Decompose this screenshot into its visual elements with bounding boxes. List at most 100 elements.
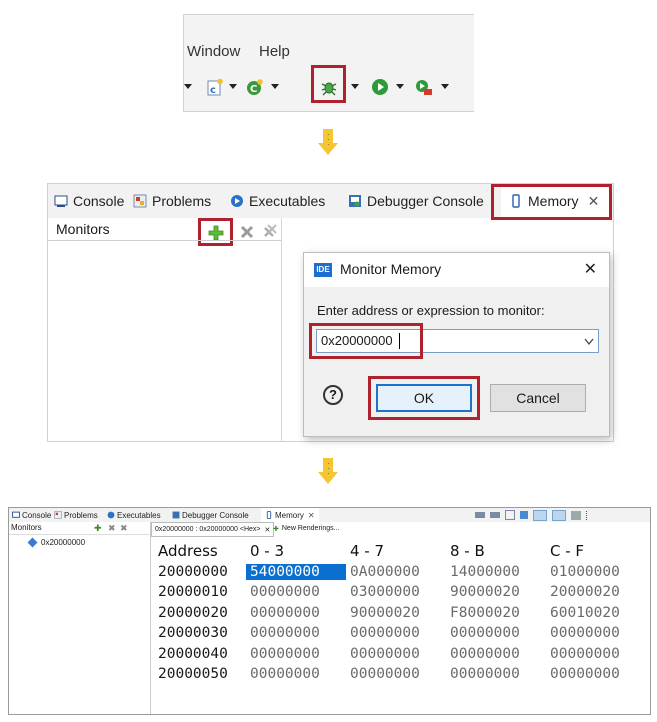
tab-executables[interactable]: Executables [107,508,161,522]
memory-cell[interactable]: 00000000 [246,625,346,641]
tab-problems[interactable]: Problems [133,184,211,218]
memory-cell[interactable]: 03000000 [346,584,446,600]
memory-cell[interactable]: 00000000 [446,625,546,641]
svg-text:c: c [210,85,216,96]
toolbar-icon[interactable] [505,510,515,520]
monitor-memory-dialog: IDE Monitor Memory ✕ Enter address or ex… [303,252,610,437]
problems-icon [54,511,62,519]
debugger-console-icon [349,195,361,207]
chevron-down-icon[interactable] [396,84,404,89]
refresh-run-icon[interactable]: C [246,78,264,96]
ok-button-highlight [368,376,480,420]
tab-problems[interactable]: Problems [54,508,98,522]
memory-cell[interactable]: 00000000 [346,666,446,682]
toolbar-icon[interactable] [520,511,528,519]
column-header: Address [158,542,218,561]
chevron-down-icon[interactable] [441,84,449,89]
chevron-down-icon[interactable] [351,84,359,89]
menu-window[interactable]: Window [187,43,240,60]
toolbar-icon[interactable] [475,512,485,518]
cancel-button[interactable]: Cancel [490,384,586,412]
memory-cell[interactable]: 00000000 [546,646,646,662]
memory-cell[interactable]: 90000020 [346,605,446,621]
memory-cell[interactable]: 00000000 [246,666,346,682]
memory-cell[interactable]: F8000020 [446,605,546,621]
chevron-down-icon[interactable] [271,84,279,89]
new-c-file-icon[interactable]: c [206,78,224,96]
console-icon [54,195,68,207]
tab-debugger-console[interactable]: Debugger Console [348,184,484,218]
memory-cell[interactable]: 00000000 [346,625,446,641]
memory-cell[interactable]: 00000000 [446,646,546,662]
memory-cell[interactable]: 00000000 [246,646,346,662]
view-toolbar [475,509,647,521]
view-menu-icon[interactable] [586,510,591,520]
tab-executables[interactable]: Executables [230,184,325,218]
toolbar-icon[interactable] [490,512,500,518]
run-icon[interactable] [371,78,389,96]
memory-icon [266,511,272,519]
memory-cell[interactable]: 54000000 [246,563,346,580]
memory-cell[interactable]: 14000000 [446,564,546,580]
toolbar-icon[interactable] [552,509,566,521]
close-icon[interactable]: ✕ [264,526,270,534]
tab-memory[interactable]: Memory ✕ [261,508,319,522]
toolbar-icon[interactable] [533,509,547,521]
executables-icon [231,195,243,207]
memory-cell[interactable]: 0A000000 [346,564,446,580]
remove-monitor-icon[interactable]: ✖ [108,523,116,534]
dialog-close-icon[interactable]: ✕ [584,259,597,279]
memory-cell[interactable]: 00000000 [546,625,646,641]
tab-label: Memory [275,510,304,520]
executables-icon [107,511,115,519]
rendering-tab[interactable]: 0x20000000 : 0x20000000 <Hex> ✕ [151,522,275,537]
add-monitor-icon[interactable]: ✚ [94,523,102,534]
divider [9,534,150,535]
memory-cell[interactable]: 00000000 [246,584,346,600]
address-cell: 20000000 [158,563,228,580]
divider [48,240,281,241]
new-renderings-tab[interactable]: ✚ New Renderings... [273,523,339,534]
memory-cell[interactable]: 00000000 [346,646,446,662]
tab-debugger-console[interactable]: Debugger Console [172,508,249,522]
divider [150,522,151,714]
tab-label: Executables [117,510,161,520]
remove-monitor-icon[interactable] [240,225,254,239]
chevron-down-icon[interactable] [229,84,237,89]
toolbar-icon[interactable] [571,510,581,520]
debugger-console-icon [172,511,180,519]
monitor-item[interactable]: 0x20000000 [27,537,85,548]
tab-label: Console [22,510,52,520]
monitor-item-icon [27,537,38,548]
table-row: 20000030 00000000 00000000 00000000 0000… [152,623,648,644]
monitors-label: Monitors [56,221,110,237]
memory-cell[interactable]: 00000000 [446,666,546,682]
table-header: Address 0 - 3 4 - 7 8 - B C - F [152,541,648,562]
close-icon[interactable]: ✕ [308,511,315,520]
monitors-label: Monitors [11,523,42,532]
external-tools-icon[interactable] [415,78,433,96]
ide-logo-icon: IDE [314,263,332,277]
help-icon[interactable]: ? [323,385,343,405]
chevron-down-icon[interactable] [184,84,192,89]
table-row: 20000000 54000000 0A000000 14000000 0100… [152,562,648,583]
menu-help[interactable]: Help [259,43,290,60]
memory-cell[interactable]: 00000000 [246,605,346,621]
memory-cell[interactable]: 60010020 [546,605,646,621]
memory-cell[interactable]: 01000000 [546,564,646,580]
memory-table: Address 0 - 3 4 - 7 8 - B C - F 20000000… [152,541,648,685]
tab-console[interactable]: Console [54,184,124,218]
table-row: 20000040 00000000 00000000 00000000 0000… [152,644,648,665]
chevron-down-icon[interactable] [584,338,594,346]
tab-console[interactable]: Console [12,508,51,522]
remove-all-monitors-icon[interactable] [262,224,278,240]
divider [281,218,282,441]
arrow-down-icon: · · · [318,458,338,486]
remove-all-monitors-icon[interactable]: ✖ [120,523,128,534]
memory-cell[interactable]: 00000000 [546,666,646,682]
tab-label: Console [73,193,125,209]
memory-cell[interactable]: 90000020 [446,584,546,600]
memory-cell[interactable]: 20000020 [546,584,646,600]
table-row: 20000050 00000000 00000000 00000000 0000… [152,664,648,685]
address-input-highlight [309,323,423,359]
